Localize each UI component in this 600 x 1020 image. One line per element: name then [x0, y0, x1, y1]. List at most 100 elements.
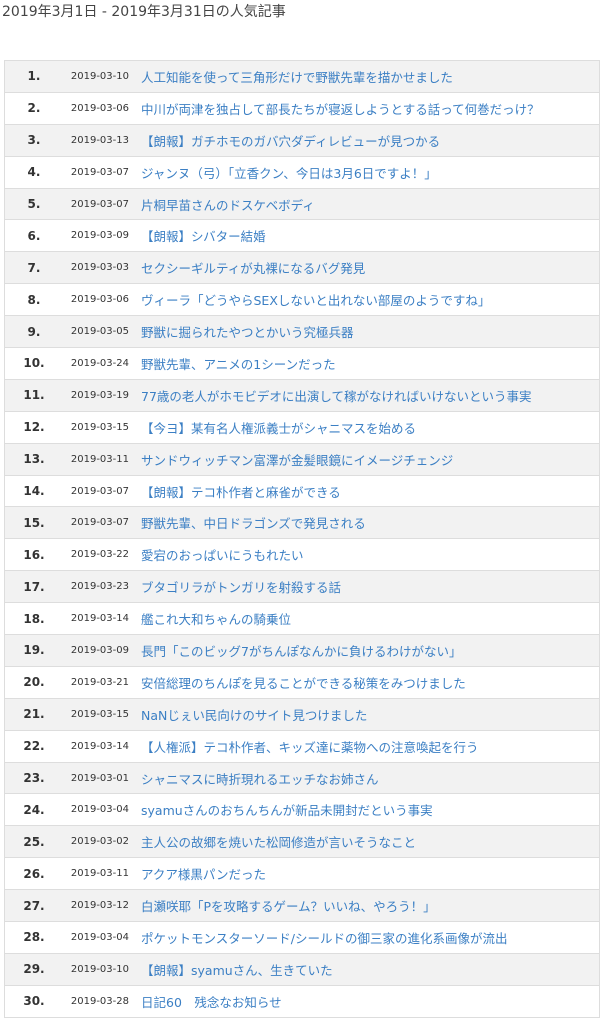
article-title-link[interactable]: 【朗報】シバター結婚: [141, 229, 266, 244]
date-cell: 2019-03-10: [51, 952, 129, 986]
ranking-body: 1. 2019-03-10 人工知能を使って三角形だけで野獣先輩を描かせました 2. 2…: [4, 60, 600, 1018]
rank-cell: 26.: [4, 857, 51, 891]
date-cell: 2019-03-09: [51, 219, 129, 253]
date-cell: 2019-03-07: [51, 506, 129, 540]
date-cell: 2019-03-24: [51, 347, 129, 380]
rank-number: 10.: [23, 356, 45, 371]
article-title-link[interactable]: 長門「このビッグ7がちんぽなんかに負けるわけがない」: [141, 644, 461, 659]
article-date: 2019-03-11: [70, 453, 129, 465]
article-date: 2019-03-02: [70, 836, 129, 848]
article-title-link[interactable]: 白瀬咲耶「Pを攻略するゲーム？いいね、やろう！」: [141, 899, 436, 914]
rank-cell: 14.: [4, 474, 51, 508]
title-cell: 艦これ大和ちゃんの騎乗位: [129, 602, 600, 636]
ranking-row: 25. 2019-03-02 主人公の故郷を焼いた松岡修造が言いそうなこと: [4, 825, 600, 859]
article-date: 2019-03-10: [70, 70, 129, 82]
article-title-link[interactable]: ブタゴリラがトンガリを射殺する話: [141, 580, 341, 595]
article-title-link[interactable]: 中川が両津を独占して部長たちが寝返しようとする話って何巻だっけ？: [141, 102, 540, 117]
date-cell: 2019-03-14: [51, 729, 129, 763]
ranking-row: 7. 2019-03-03 セクシーギルティが丸裸になるバグ発見: [4, 251, 600, 285]
article-date: 2019-03-23: [70, 581, 129, 593]
rank-number: 25.: [23, 834, 45, 849]
rank-number: 24.: [23, 802, 45, 817]
date-cell: 2019-03-03: [51, 251, 129, 285]
article-title-link[interactable]: 野獣先輩、中日ドラゴンズで発見される: [141, 516, 366, 531]
rank-cell: 9.: [4, 315, 51, 349]
ranking-row: 12. 2019-03-15 【今ヨ】某有名人権派義士がシャニマスを始める: [4, 410, 600, 444]
date-cell: 2019-03-04: [51, 921, 129, 954]
article-title-link[interactable]: 【朗報】テコ朴作者と麻雀ができる: [141, 485, 341, 500]
article-title-link[interactable]: 安倍総理のちんぽを見ることができる秘策をみつけました: [141, 676, 466, 691]
title-cell: アクア様黒パンだった: [129, 857, 600, 891]
title-cell: ヴィーラ「どうやらSEXしないと出れない部屋のようですね」: [129, 283, 600, 317]
rank-number: 29.: [23, 962, 45, 977]
article-title-link[interactable]: 77歳の老人がホモビデオに出演して稼がなければいけないという事実: [141, 389, 532, 404]
article-date: 2019-03-22: [70, 549, 129, 561]
article-date: 2019-03-05: [70, 326, 129, 338]
rank-cell: 11.: [4, 378, 51, 412]
title-cell: 中川が両津を独占して部長たちが寝返しようとする話って何巻だっけ？: [129, 91, 600, 125]
article-title-link[interactable]: ヴィーラ「どうやらSEXしないと出れない部屋のようですね」: [141, 293, 490, 308]
rank-number: 11.: [23, 388, 45, 403]
article-title-link[interactable]: 【朗報】ガチホモのガバ穴ダディレビューが見つかる: [141, 134, 440, 149]
ranking-row: 28. 2019-03-04 ポケットモンスターソード/シールドの御三家の進化系画像…: [4, 921, 600, 954]
title-cell: 安倍総理のちんぽを見ることができる秘策をみつけました: [129, 665, 600, 699]
article-title-link[interactable]: サンドウィッチマン富澤が金髪眼鏡にイメージチェンジ: [141, 453, 453, 468]
article-title-link[interactable]: ジャンヌ（弓）「立香クン、今日は3月6日ですよ！」: [141, 166, 437, 181]
article-date: 2019-03-01: [70, 772, 129, 784]
date-cell: 2019-03-13: [51, 123, 129, 157]
date-cell: 2019-03-14: [51, 602, 129, 636]
article-title-link[interactable]: syamuさんのおちんちんが新品未開封だという事実: [141, 803, 433, 818]
article-title-link[interactable]: NaNじぇい民向けのサイト見つけました: [141, 708, 367, 723]
rank-cell: 22.: [4, 729, 51, 763]
rank-number: 21.: [23, 707, 45, 722]
rank-number: 5.: [27, 197, 41, 211]
rank-number: 16.: [23, 547, 45, 562]
article-title-link[interactable]: 愛宕のおっぱいにうもれたい: [141, 548, 304, 563]
article-title-link[interactable]: 片桐早苗さんのドスケベボディ: [141, 198, 315, 213]
rank-number: 14.: [23, 484, 45, 499]
article-date: 2019-03-07: [70, 166, 129, 178]
rank-number: 12.: [23, 420, 45, 435]
rank-cell: 13.: [4, 442, 51, 476]
rank-cell: 7.: [4, 251, 51, 285]
article-title-link[interactable]: アクア様黒パンだった: [141, 867, 266, 882]
article-title-link[interactable]: 日記60 残念なお知らせ: [141, 995, 282, 1010]
ranking-row: 15. 2019-03-07 野獣先輩、中日ドラゴンズで発見される: [4, 506, 600, 540]
ranking-row: 17. 2019-03-23 ブタゴリラがトンガリを射殺する話: [4, 570, 600, 604]
article-title-link[interactable]: 【人権派】テコ朴作者、キッズ達に薬物への注意喚起を行う: [141, 740, 479, 755]
article-date: 2019-03-03: [70, 262, 129, 274]
title-cell: サンドウィッチマン富澤が金髪眼鏡にイメージチェンジ: [129, 442, 600, 476]
article-title-link[interactable]: 【今ヨ】某有名人権派義士がシャニマスを始める: [141, 421, 416, 436]
article-title-link[interactable]: 艦これ大和ちゃんの騎乗位: [141, 612, 291, 627]
article-title-link[interactable]: セクシーギルティが丸裸になるバグ発見: [141, 261, 365, 276]
article-title-link[interactable]: ポケットモンスターソード/シールドの御三家の進化系画像が流出: [141, 931, 507, 946]
date-cell: 2019-03-15: [51, 410, 129, 444]
article-date: 2019-03-07: [70, 485, 129, 497]
article-title-link[interactable]: 【朗報】syamuさん、生きていた: [141, 963, 333, 978]
date-cell: 2019-03-11: [51, 857, 129, 891]
rank-number: 28.: [23, 930, 45, 945]
title-cell: ブタゴリラがトンガリを射殺する話: [129, 570, 600, 604]
date-cell: 2019-03-09: [51, 634, 129, 667]
ranking-row: 2. 2019-03-06 中川が両津を独占して部長たちが寝返しようとする話って何巻…: [4, 91, 600, 125]
ranking-row: 6. 2019-03-09 【朗報】シバター結婚: [4, 219, 600, 253]
rank-cell: 1.: [4, 60, 51, 93]
date-cell: 2019-03-05: [51, 315, 129, 349]
article-title-link[interactable]: 野獣先輩、アニメの1シーンだった: [141, 357, 336, 372]
article-title-link[interactable]: 主人公の故郷を焼いた松岡修造が言いそうなこと: [141, 835, 416, 850]
ranking-row: 10. 2019-03-24 野獣先輩、アニメの1シーンだった: [4, 347, 600, 380]
article-title-link[interactable]: シャニマスに時折現れるエッチなお姉さん: [141, 772, 379, 787]
ranking-row: 14. 2019-03-07 【朗報】テコ朴作者と麻雀ができる: [4, 474, 600, 508]
article-title-link[interactable]: 野獣に掘られたやつとかいう究極兵器: [141, 325, 354, 340]
ranking-row: 30. 2019-03-28 日記60 残念なお知らせ: [4, 984, 600, 1018]
article-title-link[interactable]: 人工知能を使って三角形だけで野獣先輩を描かせました: [141, 70, 453, 85]
date-cell: 2019-03-12: [51, 889, 129, 923]
title-cell: ポケットモンスターソード/シールドの御三家の進化系画像が流出: [129, 921, 600, 954]
article-date: 2019-03-14: [70, 740, 129, 752]
date-cell: 2019-03-10: [51, 60, 129, 93]
rank-number: 17.: [23, 579, 45, 594]
title-cell: 愛宕のおっぱいにうもれたい: [129, 538, 600, 572]
page-title: 2019年3月1日 - 2019年3月31日の人気記事: [2, 4, 286, 20]
date-cell: 2019-03-06: [51, 91, 129, 125]
ranking-row: 9. 2019-03-05 野獣に掘られたやつとかいう究極兵器: [4, 315, 600, 349]
